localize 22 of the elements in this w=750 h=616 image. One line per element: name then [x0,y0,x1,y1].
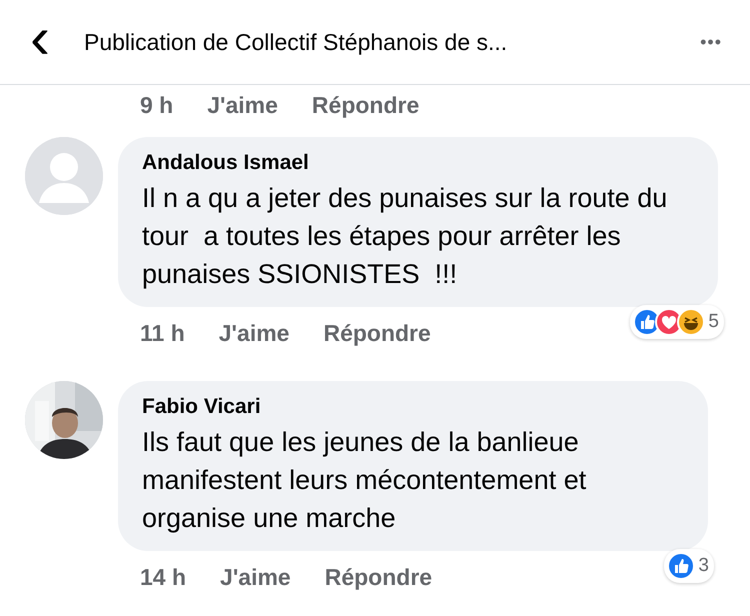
reply-link[interactable]: Répondre [324,564,432,590]
reactions-badge[interactable]: 5 [630,305,724,339]
reaction-count: 5 [708,311,719,333]
reply-link[interactable]: Répondre [323,320,431,346]
comment-time: 14 h [140,564,186,590]
more-button[interactable]: ••• [700,32,722,52]
comment-author[interactable]: Andalous Ismael [142,151,694,175]
comment-text: Il n a qu a jeter des punaises sur la route du tour a toutes les étapes pour arrêter les punaises SSIONISTES !!! [142,182,668,291]
comment-time: 9 h [140,92,174,118]
thumbs-up-icon [667,552,696,580]
like-link[interactable]: J'aime [207,92,278,118]
like-link[interactable]: J'aime [220,564,291,590]
reaction-count: 3 [698,555,709,577]
reactions-badge[interactable]: 3 [664,549,714,583]
comment-author[interactable]: Fabio Vicari [142,395,684,419]
page-title: Publication de Collectif Stéphanois de s... [84,28,508,56]
comment-time: 11 h [140,320,185,346]
like-link[interactable]: J'aime [218,320,290,346]
back-button[interactable]: ‹ [30,8,50,68]
laughing-face-icon [677,308,706,336]
comment-text: Ils faut que les jeunes de la banlieue manifestent leurs mécontentement et organise une marche [142,426,588,535]
reply-link[interactable]: Répondre [312,92,420,118]
